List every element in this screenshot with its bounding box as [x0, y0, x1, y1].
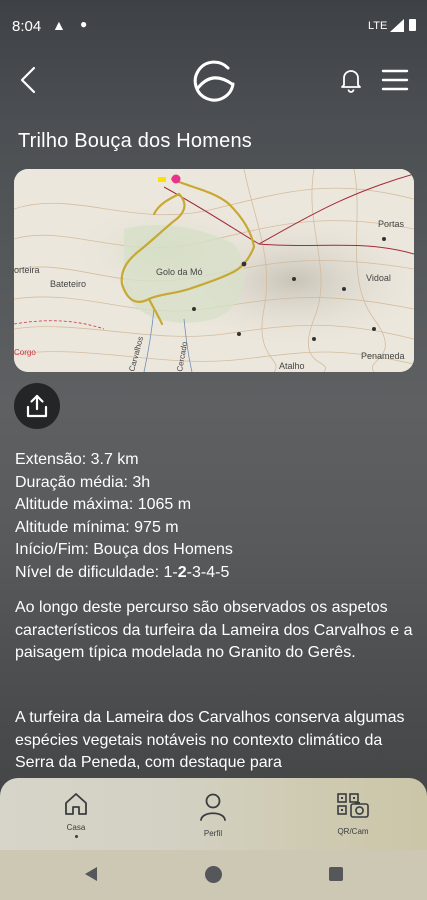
active-indicator — [74, 835, 78, 838]
menu-button[interactable] — [381, 67, 409, 93]
map-label-porteira: orteira — [14, 265, 40, 275]
chevron-left-icon — [20, 66, 36, 94]
notifications-button[interactable] — [338, 66, 364, 94]
info-difficulty: Nível de dificuldade: 1-2-3-4-5 — [15, 562, 233, 585]
bottom-nav: Casa Perfil QR/Cam — [0, 778, 427, 850]
map-label-atalho: Atalho — [279, 361, 305, 371]
app-logo — [188, 54, 240, 108]
nav-profile[interactable]: Perfil — [178, 792, 248, 838]
notification-dot-icon: ● — [80, 17, 88, 31]
map-label-golo: Golo da Mó — [156, 267, 203, 277]
nav-qr[interactable]: QR/Cam — [318, 792, 388, 836]
share-icon — [26, 394, 48, 418]
nav-home[interactable]: Casa — [41, 792, 111, 838]
trail-map[interactable]: Golo da Mó orteira Bateteiro Portas Vido… — [14, 169, 414, 372]
page-title: Trilho Bouça dos Homens — [18, 130, 252, 152]
info-max-altitude: Altitude máxima: 1065 m — [15, 496, 192, 513]
map-canvas: Golo da Mó orteira Bateteiro Portas Vido… — [14, 169, 414, 372]
difficulty-label: Nível de dificuldade: — [15, 563, 164, 581]
home-icon — [65, 793, 87, 815]
map-label-vidoal: Vidoal — [366, 273, 391, 283]
status-bar: 8:04 ▲ ● LTE — [0, 0, 427, 52]
bell-icon — [341, 70, 361, 93]
difficulty-current: 2 — [177, 563, 187, 581]
battery-icon — [409, 19, 416, 31]
difficulty-before: 1- — [163, 563, 178, 581]
back-button[interactable] — [14, 60, 44, 100]
difficulty-after: -3-4-5 — [186, 563, 230, 581]
map-label-penameda: Penameda — [361, 351, 405, 361]
system-recents-icon[interactable] — [329, 867, 343, 881]
logo-icon — [193, 60, 235, 102]
warning-icon: ▲ — [52, 17, 66, 33]
description-paragraph-2: A turfeira da Lameira dos Carvalhos cons… — [15, 709, 405, 771]
nav-profile-label: Perfil — [203, 829, 223, 838]
system-nav-bar — [0, 850, 427, 900]
network-type: LTE — [368, 20, 388, 32]
system-back-icon[interactable] — [84, 866, 98, 882]
share-button[interactable] — [14, 383, 60, 429]
status-time: 8:04 — [12, 18, 42, 35]
qr-camera-icon — [337, 793, 369, 818]
trail-info: Extensão: 3.7 km Duração média: 3h Altit… — [15, 449, 233, 584]
app-header — [0, 52, 427, 112]
nav-home-label: Casa — [66, 823, 86, 832]
info-min-altitude: Altitude mínima: 975 m — [15, 518, 179, 536]
info-start-end: Início/Fim: Bouça dos Homens — [15, 541, 233, 558]
signal-icon — [390, 19, 404, 32]
map-label-corgo: Corgo — [14, 348, 36, 357]
map-label-portas: Portas — [378, 219, 405, 229]
description-paragraph-1: Ao longo deste percurso são observados o… — [15, 599, 413, 661]
map-label-bateteiro: Bateteiro — [50, 279, 86, 289]
system-home-icon[interactable] — [205, 866, 222, 883]
hamburger-menu-icon — [381, 69, 409, 91]
info-duration: Duração média: 3h — [15, 473, 151, 491]
info-length: Extensão: 3.7 km — [15, 451, 139, 468]
nav-qr-label: QR/Cam — [337, 827, 369, 836]
profile-icon — [200, 793, 226, 821]
